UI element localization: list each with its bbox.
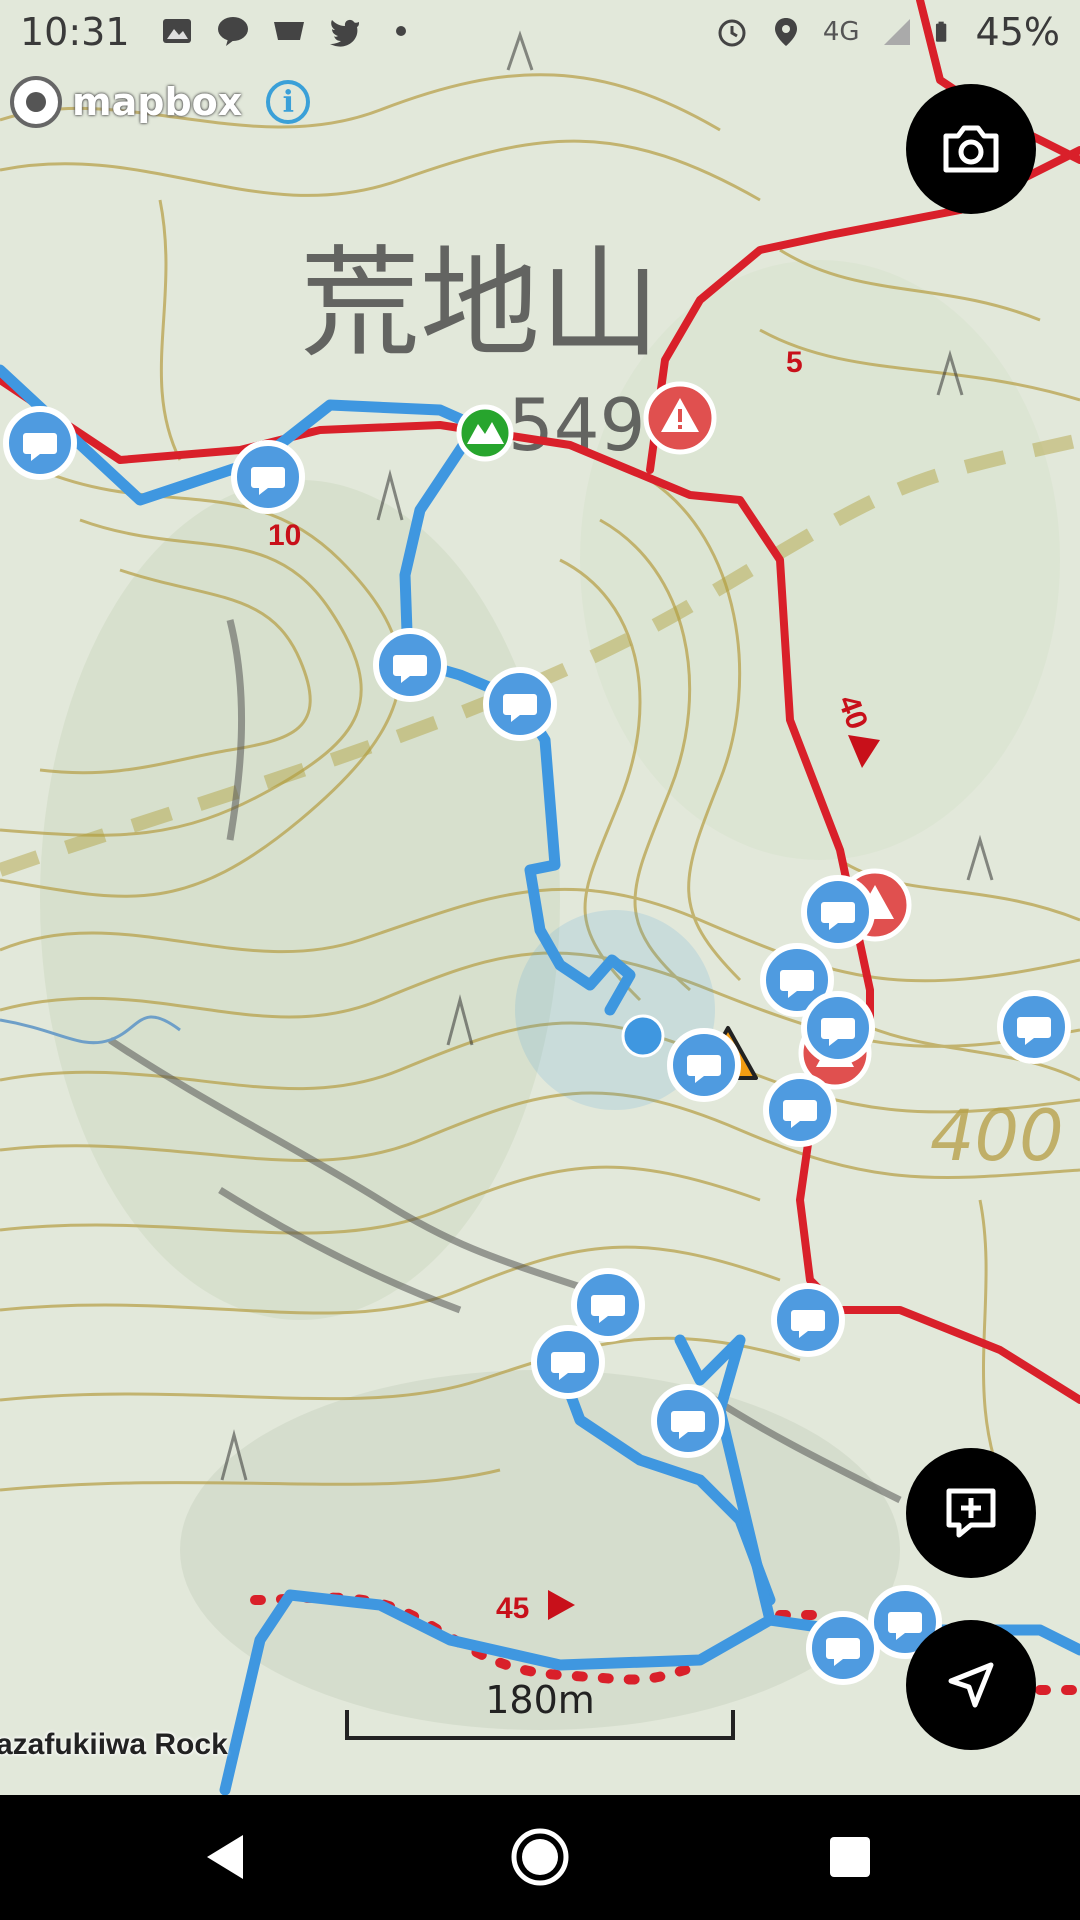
add-note-button[interactable] xyxy=(906,1448,1036,1578)
comment-marker[interactable] xyxy=(486,670,554,738)
image-icon xyxy=(163,19,191,43)
comment-marker[interactable] xyxy=(6,409,74,477)
comment-marker[interactable] xyxy=(1000,993,1068,1061)
comment-marker[interactable] xyxy=(804,994,872,1062)
mapbox-attribution[interactable]: mapbox i xyxy=(10,76,311,128)
comment-marker[interactable] xyxy=(654,1387,722,1455)
navigation-icon xyxy=(948,1662,994,1708)
status-bar: 10:31 4G 45% xyxy=(0,0,1080,64)
battery-level: 45% xyxy=(975,10,1060,54)
info-button[interactable]: i xyxy=(266,80,311,124)
mapbox-wordmark: mapbox xyxy=(72,80,243,124)
navigate-button[interactable] xyxy=(906,1620,1036,1750)
place-label: azafukiiwa Rock xyxy=(0,1728,228,1761)
twitter-icon xyxy=(330,19,359,47)
camera-button[interactable] xyxy=(906,84,1036,214)
comment-marker[interactable] xyxy=(804,878,872,946)
comment-marker[interactable] xyxy=(234,443,302,511)
line-icon xyxy=(218,17,248,46)
comment-marker[interactable] xyxy=(774,1286,842,1354)
comment-marker[interactable] xyxy=(670,1031,738,1099)
recents-icon[interactable] xyxy=(820,1827,880,1887)
network-type: 4G xyxy=(822,17,860,47)
clock: 10:31 xyxy=(20,10,130,54)
mapbox-logo-icon xyxy=(10,76,62,128)
comment-marker[interactable] xyxy=(376,631,444,699)
map-view[interactable]: 荒地山 549 400 5 10 40 45 10:31 4G 45% mapb… xyxy=(0,0,1080,1795)
battery-icon xyxy=(935,21,946,42)
scale-bar: 180m xyxy=(345,1678,735,1740)
location-icon xyxy=(774,18,797,46)
system-nav-bar xyxy=(0,1795,1080,1920)
signal-icon xyxy=(883,19,910,45)
dot-icon xyxy=(396,26,406,36)
camera-icon xyxy=(943,125,999,173)
comment-marker[interactable] xyxy=(766,1076,834,1144)
alarm-icon xyxy=(718,19,746,47)
comment-marker[interactable] xyxy=(534,1328,602,1396)
add-note-icon xyxy=(946,1488,996,1538)
wni-icon xyxy=(274,22,304,40)
scale-line xyxy=(345,1710,735,1740)
comment-marker[interactable] xyxy=(809,1614,877,1682)
home-icon[interactable] xyxy=(510,1827,570,1887)
back-icon[interactable] xyxy=(195,1827,255,1887)
